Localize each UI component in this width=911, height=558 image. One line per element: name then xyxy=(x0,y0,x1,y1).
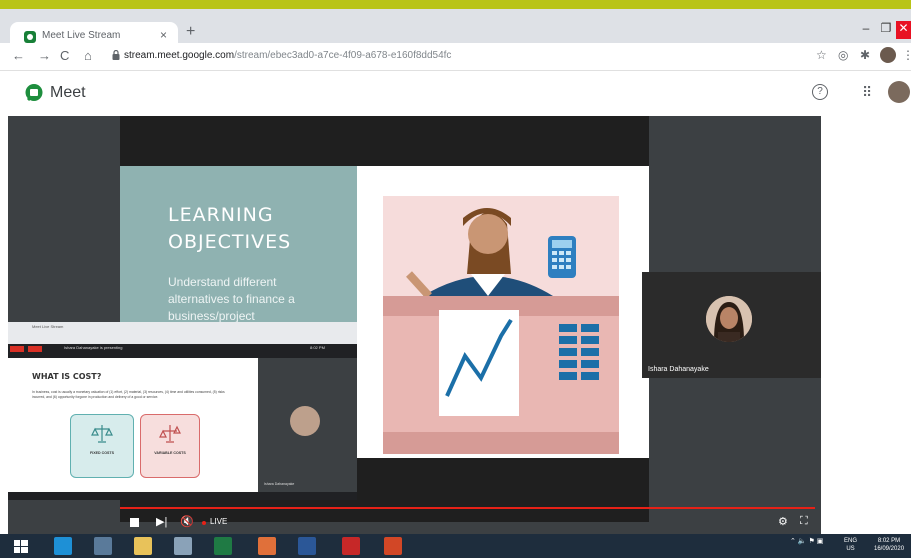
browser-toolbar: ← → C ⌂ stream.meet.google.com/stream/eb… xyxy=(0,43,911,71)
user-avatar[interactable] xyxy=(888,81,910,103)
word-icon[interactable] xyxy=(298,537,316,555)
minimize-icon[interactable]: – xyxy=(856,21,876,39)
puzzle-icon[interactable]: ✱ xyxy=(860,48,870,62)
slide-illustration-panel xyxy=(357,166,649,458)
taskbar-clock[interactable]: 8:02 PM 16/09/2020 xyxy=(874,537,904,553)
meet-header: Meet ? ⠿ xyxy=(0,72,911,116)
input-language[interactable]: ENG US xyxy=(844,537,857,553)
lock-icon xyxy=(112,50,120,60)
slide-heading-line2: OBJECTIVES xyxy=(168,231,292,253)
url-host: stream.meet.google.com xyxy=(124,50,235,61)
notepad-icon[interactable] xyxy=(174,537,192,555)
page-background xyxy=(821,116,911,534)
participant-tile[interactable]: Ishara Dahanayake xyxy=(642,272,821,378)
back-arrow-icon[interactable]: ← xyxy=(12,48,25,63)
profile-avatar[interactable] xyxy=(880,47,896,63)
recording-badge xyxy=(10,346,24,352)
chrome-icon[interactable] xyxy=(258,537,276,555)
inset-clock: 8:02 PM xyxy=(310,345,325,350)
slide-heading-line1: LEARNING xyxy=(168,204,274,226)
live-label: LIVE xyxy=(210,517,228,526)
extension-icon[interactable]: ◎ xyxy=(838,48,848,62)
slide-body-text: Understand different alternatives to fin… xyxy=(168,275,295,323)
system-tray-icons[interactable]: ⌃ 🔈 ⚑ ▣ xyxy=(790,537,823,545)
stop-icon[interactable] xyxy=(130,518,139,527)
url-text: stream.meet.google.com/stream/ebec3ad0-a… xyxy=(124,50,451,61)
excel-icon[interactable] xyxy=(214,537,232,555)
apps-grid-icon[interactable]: ⠿ xyxy=(862,84,872,101)
settings-gear-icon[interactable]: ⚙ xyxy=(778,515,788,528)
forward-arrow-icon[interactable]: → xyxy=(38,48,51,63)
variable-costs-card: VARIABLE COSTS xyxy=(140,414,200,478)
reload-icon[interactable]: C xyxy=(60,48,69,63)
clock-date: 16/09/2020 xyxy=(874,546,905,552)
volume-muted-icon[interactable]: 🔇 xyxy=(180,515,194,528)
windows-start-icon[interactable] xyxy=(14,540,28,553)
scale-icon xyxy=(159,425,181,443)
file-explorer-icon[interactable] xyxy=(134,537,152,555)
fixed-costs-label: FIXED COSTS xyxy=(90,451,114,455)
slide-heading: LEARNING OBJECTIVES xyxy=(168,202,348,256)
browser-accent-bar xyxy=(0,0,911,9)
help-icon[interactable]: ? xyxy=(812,84,828,100)
inset-participant-video xyxy=(290,406,320,436)
participant-face-icon xyxy=(706,296,752,342)
maximize-icon[interactable]: ❐ xyxy=(876,21,896,39)
address-bar[interactable]: stream.meet.google.com/stream/ebec3ad0-a… xyxy=(104,46,804,68)
tab-title: Meet Live Stream xyxy=(42,30,121,41)
region-code: US xyxy=(846,546,855,552)
paint-icon[interactable] xyxy=(94,537,112,555)
inset-participant-name: Ishara Dahanayake xyxy=(264,482,295,486)
bookmark-star-icon[interactable]: ☆ xyxy=(816,48,827,62)
inset-meeting-bar: Ishara Dahanayake is presenting 8:02 PM xyxy=(8,344,357,354)
stream-stage: LEARNING OBJECTIVES Understand different… xyxy=(8,116,821,534)
new-tab-button[interactable]: + xyxy=(186,24,195,40)
meet-favicon-icon xyxy=(24,31,36,43)
clock-time: 8:02 PM xyxy=(877,538,901,544)
live-badge xyxy=(28,346,42,352)
cost-slide-title: WHAT IS COST? xyxy=(32,372,102,381)
scale-icon xyxy=(91,425,113,443)
language-code: ENG xyxy=(844,538,858,544)
more-menu-icon[interactable]: ⋮ xyxy=(902,48,911,62)
inset-tab-title: Meet Live Stream xyxy=(32,324,64,329)
live-dot-icon xyxy=(202,521,206,525)
tab-close-icon[interactable]: × xyxy=(160,28,167,42)
inset-taskbar xyxy=(8,492,357,500)
participant-name: Ishara Dahanayake xyxy=(648,366,709,373)
inset-browser-chrome: Meet Live Stream xyxy=(8,322,357,344)
participant-video xyxy=(706,296,752,342)
browser-tab-strip: Meet Live Stream × + – ❐ ✕ xyxy=(0,9,911,52)
inset-participant-tile: Ishara Dahanayake xyxy=(258,358,357,492)
internet-explorer-icon[interactable] xyxy=(54,537,72,555)
windows-taskbar: ⌃ 🔈 ⚑ ▣ ENG US 8:02 PM 16/09/2020 xyxy=(0,534,911,558)
progress-bar[interactable] xyxy=(120,507,815,509)
fixed-costs-card: FIXED COSTS xyxy=(70,414,134,478)
powerpoint-icon[interactable] xyxy=(384,537,402,555)
meet-app-title: Meet xyxy=(50,84,86,101)
shared-screen-preview: Meet Live Stream Ishara Dahanayake is pr… xyxy=(8,322,357,500)
cost-slide-text: In business, cost is usually a monetary … xyxy=(32,390,225,399)
close-window-icon[interactable]: ✕ xyxy=(896,21,911,39)
home-icon[interactable]: ⌂ xyxy=(84,48,92,63)
skip-next-icon[interactable]: ▶| xyxy=(156,515,167,528)
url-path: /stream/ebec3ad0-a7ce-4f09-a678-e160f8dd… xyxy=(234,50,452,61)
presenter-illustration xyxy=(383,196,619,454)
acrobat-icon[interactable] xyxy=(342,537,360,555)
variable-costs-label: VARIABLE COSTS xyxy=(154,451,186,455)
presenting-notice: Ishara Dahanayake is presenting xyxy=(64,345,123,350)
inset-slide: WHAT IS COST? In business, cost is usual… xyxy=(8,358,258,492)
fullscreen-icon[interactable]: ⛶ xyxy=(800,515,808,528)
player-controls: ▶| 🔇 LIVE ⚙ ⛶ xyxy=(120,511,815,533)
meet-logo-icon xyxy=(25,84,43,102)
